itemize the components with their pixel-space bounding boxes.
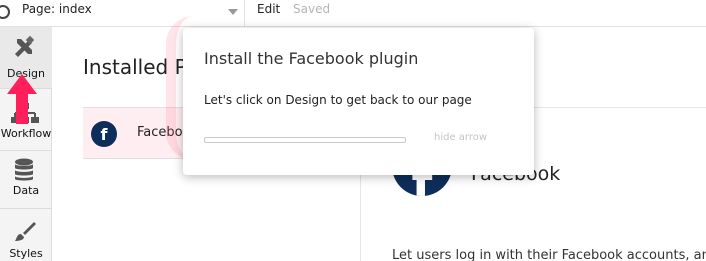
circle-icon (0, 5, 10, 19)
tutorial-progress-bar (204, 137, 406, 143)
sidebar: Design Workflow Data Styles (0, 27, 52, 261)
popup-title: Install the Facebook plugin (204, 49, 419, 68)
sidebar-item-data[interactable]: Data (0, 151, 52, 209)
sidebar-item-label: Styles (9, 247, 43, 260)
design-tools-icon (15, 35, 35, 57)
tutorial-popup: Install the Facebook plugin Let's click … (183, 28, 534, 175)
save-status: Saved (293, 2, 331, 16)
top-bar: Page: index Edit Saved (0, 0, 706, 27)
arrow-up-icon (7, 74, 37, 124)
sidebar-item-styles[interactable]: Styles (0, 209, 52, 261)
page-selector-value: Page: index (22, 2, 92, 16)
sidebar-item-label: Data (12, 184, 40, 197)
plugin-description: Let users log in with their Facebook acc… (392, 248, 706, 261)
hide-arrow-link[interactable]: hide arrow (434, 132, 487, 143)
database-icon (15, 158, 33, 181)
brush-icon (15, 222, 36, 241)
chevron-down-icon (228, 9, 238, 15)
sidebar-item-label: Workflow (0, 127, 52, 140)
edit-menu[interactable]: Edit (257, 2, 280, 16)
facebook-icon: f (91, 121, 117, 147)
popup-message: Let's click on Design to get back to our… (204, 93, 472, 107)
